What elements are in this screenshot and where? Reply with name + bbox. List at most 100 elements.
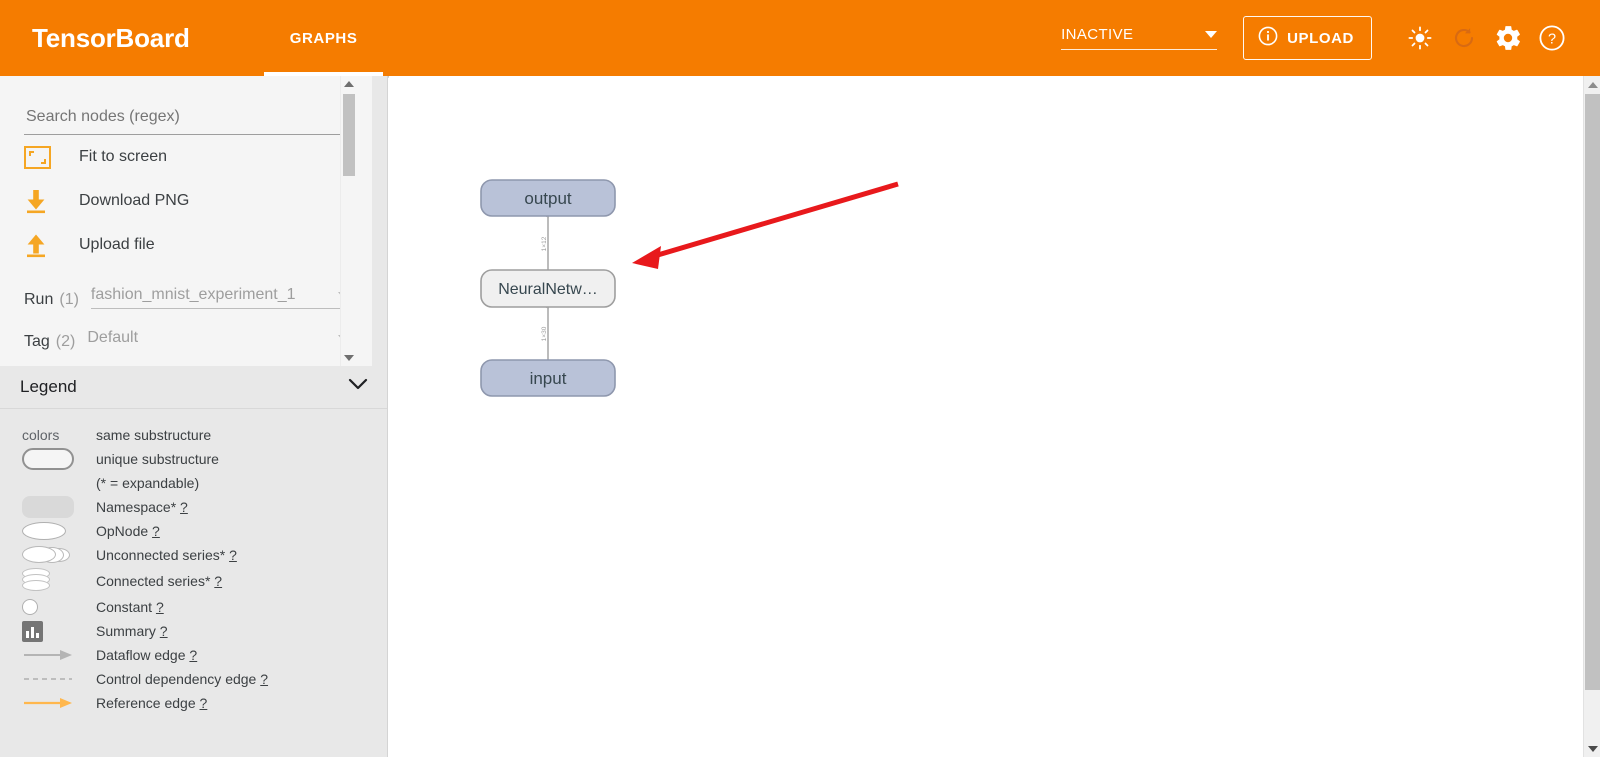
help-link-icon[interactable]: ?	[229, 547, 237, 563]
fit-to-screen-label: Fit to screen	[79, 148, 168, 165]
help-link-icon[interactable]: ?	[156, 599, 164, 615]
legend-body: colors same substructure unique substruc…	[0, 409, 387, 715]
canvas-scrollbar-thumb[interactable]	[1585, 94, 1600, 690]
tag-selector-row: Tag (2) Default	[24, 317, 348, 351]
tag-selector-key: Tag	[24, 333, 50, 350]
help-link-icon[interactable]: ?	[180, 499, 188, 515]
search-input[interactable]	[24, 107, 348, 127]
graph-node-neuralnetwork[interactable]: NeuralNetw…	[480, 269, 616, 308]
ellipse-icon	[0, 522, 96, 540]
brightness-icon[interactable]	[1398, 16, 1442, 60]
triangle-down-icon[interactable]	[341, 350, 357, 366]
legend-item-namespace: Namespace* ?	[0, 495, 387, 519]
help-link-icon[interactable]: ?	[200, 695, 208, 711]
graph-node-neuralnetwork-label: NeuralNetw…	[498, 281, 598, 298]
help-link-icon[interactable]: ?	[189, 647, 197, 663]
legend-summary-text: Summary	[96, 623, 156, 639]
summary-chart-icon	[0, 620, 96, 642]
svg-text:?: ?	[1548, 31, 1556, 47]
upload-file-button[interactable]: Upload file	[24, 223, 348, 267]
help-link-icon[interactable]: ?	[160, 623, 168, 639]
sidebar-scrollbar-thumb[interactable]	[343, 94, 355, 176]
legend-item-expandable-note: (* = expandable)	[0, 471, 387, 495]
download-png-label: Download PNG	[79, 192, 190, 209]
fit-to-screen-button[interactable]: Fit to screen	[24, 135, 348, 179]
app-brand-title: TensorBoard	[32, 22, 190, 53]
chevron-down-icon[interactable]	[348, 378, 368, 396]
canvas-scrollbar[interactable]	[1583, 76, 1600, 757]
legend-dataflow-edge-text: Dataflow edge	[96, 647, 186, 663]
legend-opnode-label: OpNode ?	[96, 523, 160, 539]
tag-selector-value: Default	[87, 329, 139, 346]
legend-item-colors: colors same substructure	[0, 423, 387, 447]
legend-colors-label: same substructure	[96, 427, 212, 443]
dashed-line-icon	[0, 672, 96, 686]
settings-gear-icon[interactable]	[1486, 16, 1530, 60]
legend-colors-key: colors	[22, 427, 60, 443]
legend-item-constant: Constant ?	[0, 595, 387, 619]
sidebar-scrollbar[interactable]	[340, 76, 356, 366]
legend-reference-edge-label: Reference edge ?	[96, 695, 207, 711]
triangle-up-icon[interactable]	[341, 76, 357, 92]
legend-namespace-text: Namespace*	[96, 499, 177, 515]
legend-item-control-dependency-edge: Control dependency edge ?	[0, 667, 387, 691]
legend-header[interactable]: Legend	[0, 366, 387, 409]
triangle-down-icon[interactable]	[1584, 740, 1600, 757]
rounded-rect-filled-icon	[0, 496, 96, 518]
edge-input-to-neuralnetwork[interactable]: 1×30	[541, 300, 549, 361]
download-png-button[interactable]: Download PNG	[24, 179, 348, 223]
edge-neuralnetwork-to-output[interactable]: 1×12	[541, 209, 549, 271]
graph-nodes: output NeuralNetw… input	[480, 179, 616, 397]
upload-button-label: UPLOAD	[1287, 29, 1354, 47]
legend-namespace-label: Namespace* ?	[96, 499, 188, 515]
help-link-icon[interactable]: ?	[152, 523, 160, 539]
run-selector-dropdown[interactable]: fashion_mnist_experiment_1	[90, 286, 348, 309]
graph-controls-panel: Fit to screen Download PNG	[0, 76, 372, 366]
orange-arrow-icon	[0, 696, 96, 710]
small-circle-icon	[0, 599, 96, 615]
refresh-icon[interactable]	[1442, 16, 1486, 60]
run-status-dropdown[interactable]: INACTIVE	[1061, 26, 1218, 50]
legend-item-summary: Summary ?	[0, 619, 387, 643]
annotation-arrow	[632, 181, 899, 269]
legend-summary-label: Summary ?	[96, 623, 168, 639]
legend-connected-series-label: Connected series* ?	[96, 573, 222, 589]
legend-title: Legend	[20, 377, 77, 396]
unconnected-series-icon	[0, 545, 96, 565]
app-header: TensorBoard GRAPHS INACTIVE UPLOAD ?	[0, 0, 1600, 76]
run-selector-count: (1)	[59, 291, 79, 308]
graph-node-output-label: output	[524, 189, 572, 208]
edge-label-input: 1×30	[541, 326, 548, 341]
legend-control-dependency-edge-text: Control dependency edge	[96, 671, 257, 687]
legend-item-unconnected-series: Unconnected series* ?	[0, 543, 387, 567]
rounded-rect-outline-icon	[0, 448, 96, 470]
graph-node-input[interactable]: input	[480, 359, 616, 397]
tag-selector-dropdown[interactable]: Default	[87, 329, 348, 351]
graph-canvas[interactable]: 1×12 1×30 output NeuralNetw… input	[389, 76, 1600, 757]
tag-selector-count: (2)	[55, 333, 76, 350]
upload-button[interactable]: UPLOAD	[1243, 16, 1372, 60]
legend-item-reference-edge: Reference edge ?	[0, 691, 387, 715]
legend-connected-series-text: Connected series*	[96, 573, 211, 589]
legend-item-dataflow-edge: Dataflow edge ?	[0, 643, 387, 667]
left-sidebar: Fit to screen Download PNG	[0, 76, 388, 757]
legend-constant-label: Constant ?	[96, 599, 164, 615]
fit-to-screen-icon	[24, 145, 60, 169]
info-circle-icon	[1258, 26, 1278, 50]
legend-unconnected-series-text: Unconnected series*	[96, 547, 226, 563]
legend-item-connected-series: Connected series* ?	[0, 567, 387, 595]
tensorboard-app: TensorBoard GRAPHS INACTIVE UPLOAD ? Sea…	[0, 0, 1600, 757]
graph-svg[interactable]: 1×12 1×30 output NeuralNetw… input	[389, 76, 1600, 757]
help-link-icon[interactable]: ?	[260, 671, 268, 687]
run-selector-row: Run (1) fashion_mnist_experiment_1	[24, 275, 348, 309]
triangle-up-icon[interactable]	[1584, 76, 1600, 93]
graph-node-output[interactable]: output	[480, 179, 616, 217]
help-circle-icon[interactable]: ?	[1530, 16, 1574, 60]
nav-tabs: GRAPHS	[263, 0, 384, 76]
help-link-icon[interactable]: ?	[214, 573, 222, 589]
search-nodes-field[interactable]	[24, 107, 348, 135]
legend-dataflow-edge-label: Dataflow edge ?	[96, 647, 197, 663]
tab-graphs[interactable]: GRAPHS	[263, 0, 384, 76]
upload-file-label: Upload file	[79, 236, 155, 253]
legend-unconnected-series-label: Unconnected series* ?	[96, 547, 237, 563]
